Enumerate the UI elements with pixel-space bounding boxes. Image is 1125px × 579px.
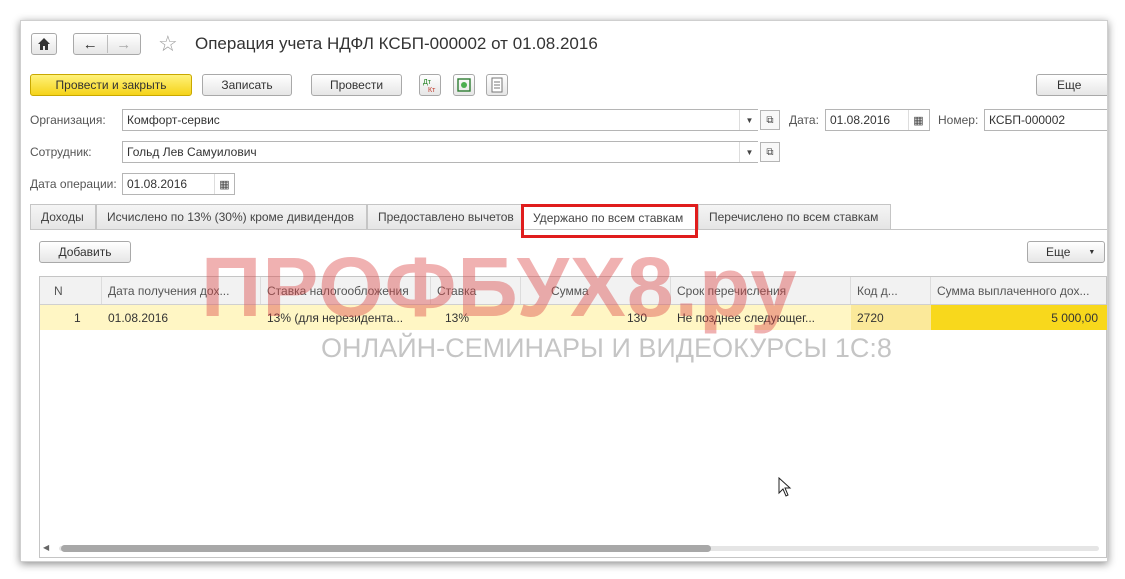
dt-kt-report-button[interactable]: Дт Кт <box>419 74 441 96</box>
tab-highlight-frame <box>521 204 698 238</box>
date-label: Дата: <box>789 113 819 127</box>
scrollbar-thumb[interactable] <box>61 545 711 552</box>
document-window: ← → ☆ Операция учета НДФЛ КСБП-000002 от… <box>20 20 1108 562</box>
org-label: Организация: <box>30 113 106 127</box>
structure-button[interactable] <box>453 74 475 96</box>
dropdown-arrow-icon: ▼ <box>745 147 754 157</box>
dropdown-arrow-icon: ▼ <box>745 115 754 125</box>
org-open-button[interactable]: ⧉ <box>760 110 780 130</box>
tab-deductions[interactable]: Предоставлено вычетов <box>367 204 522 229</box>
document-icon <box>491 77 503 93</box>
col-paid[interactable]: Сумма выплаченного дох... <box>931 277 1107 304</box>
dt-kt-icon: Дт Кт <box>423 79 436 93</box>
watermark-subtitle: ОНЛАЙН-СЕМИНАРЫ И ВИДЕОКУРСЫ 1С:8 <box>321 333 892 363</box>
open-icon: ⧉ <box>766 146 774 158</box>
op-date-calendar-button[interactable]: ▦ <box>214 174 234 194</box>
calendar-icon: ▦ <box>219 178 230 191</box>
post-button[interactable]: Провести <box>311 74 402 96</box>
forward-arrow-icon[interactable]: → <box>107 36 140 53</box>
employee-open-button[interactable]: ⧉ <box>760 142 780 162</box>
col-code[interactable]: Код д... <box>851 277 931 304</box>
org-value: Комфорт-сервис <box>127 113 220 127</box>
org-dropdown[interactable]: ▼ <box>739 110 759 130</box>
tab-income[interactable]: Доходы <box>30 204 96 229</box>
op-date-value: 01.08.2016 <box>127 177 188 191</box>
back-arrow-icon[interactable]: ← <box>74 36 107 53</box>
home-icon <box>38 38 50 50</box>
svg-text:Кт: Кт <box>428 87 436 93</box>
more-button-label: Еще <box>1057 78 1082 92</box>
op-date-label: Дата операции: <box>30 177 117 191</box>
home-button[interactable] <box>31 33 57 55</box>
star-icon[interactable]: ☆ <box>158 31 178 57</box>
cell-code: 2720 <box>851 305 931 330</box>
save-button[interactable]: Записать <box>202 74 292 96</box>
nav-buttons: ← → <box>73 33 141 55</box>
table-more-button[interactable]: Еще ▼ <box>1027 241 1105 263</box>
horizontal-scrollbar[interactable]: ◀ ▶ <box>43 543 1103 553</box>
chevron-down-icon: ▼ <box>1088 248 1096 256</box>
org-field[interactable]: Комфорт-сервис <box>122 109 758 131</box>
employee-dropdown[interactable]: ▼ <box>739 142 759 162</box>
page-title: Операция учета НДФЛ КСБП-000002 от 01.08… <box>195 34 598 53</box>
cell-paid[interactable]: 5 000,00 <box>931 305 1107 330</box>
employee-field[interactable]: Гольд Лев Самуилович <box>122 141 758 163</box>
tab-calculated[interactable]: Исчислено по 13% (30%) кроме дивидендов <box>96 204 367 229</box>
scroll-left-icon[interactable]: ◀ <box>43 543 49 552</box>
document-button[interactable] <box>486 74 508 96</box>
mouse-cursor-icon <box>778 477 792 497</box>
date-value: 01.08.2016 <box>830 113 891 127</box>
post-and-close-button[interactable]: Провести и закрыть <box>30 74 192 96</box>
number-value: КСБП-000002 <box>989 113 1066 127</box>
structure-icon <box>457 78 471 92</box>
add-button[interactable]: Добавить <box>39 241 131 263</box>
tab-transferred[interactable]: Перечислено по всем ставкам <box>698 204 891 229</box>
cell-n: 1 <box>74 310 81 325</box>
svg-text:Дт: Дт <box>423 79 432 86</box>
table-more-label: Еще <box>1046 245 1071 259</box>
employee-label: Сотрудник: <box>30 145 92 159</box>
col-n[interactable]: N <box>40 277 102 304</box>
more-button[interactable]: Еще <box>1036 74 1107 96</box>
open-icon: ⧉ <box>766 114 774 126</box>
watermark-title: ПРОФБУХ8.ру <box>201 240 798 334</box>
calendar-icon: ▦ <box>913 114 924 127</box>
number-field[interactable]: КСБП-000002 <box>984 109 1107 131</box>
employee-value: Гольд Лев Самуилович <box>127 145 257 159</box>
number-label: Номер: <box>938 113 979 127</box>
date-calendar-button[interactable]: ▦ <box>908 110 928 130</box>
